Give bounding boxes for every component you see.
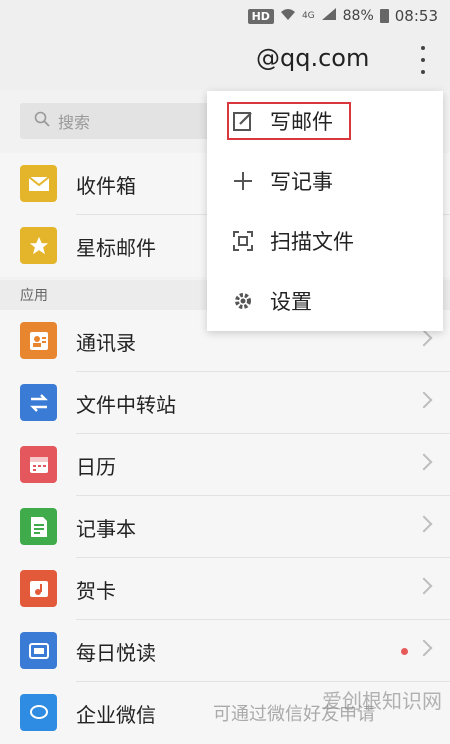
header: @qq.com [0,32,450,90]
menu-item-scan[interactable]: 扫描文件 [207,211,443,271]
new-note-label: 写记事 [270,170,333,194]
battery-percent: 88% [342,8,374,24]
scan-icon [231,229,255,253]
signal-icon [321,7,337,25]
file-transfer-icon [20,384,57,421]
overflow-menu: 写邮件 写记事 扫描文件 设置 [207,91,443,331]
inbox-icon [20,165,57,202]
search-icon [34,111,50,131]
chevron-right-icon [415,639,433,657]
chevron-right-icon [415,329,433,347]
plus-icon [231,169,255,193]
battery-icon [379,9,389,23]
greeting-card-icon [20,570,57,607]
notes-icon [20,508,57,545]
list-item-daily-reading[interactable]: 每日悦读 [0,620,450,682]
list-item-calendar[interactable]: 日历 [0,434,450,496]
greeting-card-label: 贺卡 [76,578,116,603]
search-placeholder: 搜索 [58,113,91,132]
menu-item-settings[interactable]: 设置 [207,271,443,331]
network-label: 4G [301,11,315,21]
settings-label: 设置 [270,290,312,314]
menu-item-compose[interactable]: 写邮件 [207,91,443,151]
inbox-label: 收件箱 [76,173,136,198]
gear-icon [231,289,255,313]
contacts-label: 通讯录 [76,330,136,355]
highlight-box [227,102,351,140]
chevron-right-icon [415,577,433,595]
wifi-icon [280,7,296,25]
calendar-label: 日历 [76,454,116,479]
list-item-greeting-card[interactable]: 贺卡 [0,558,450,620]
scan-label: 扫描文件 [270,230,354,254]
contacts-icon [20,322,57,359]
wework-label: 企业微信 [76,702,156,727]
starred-label: 星标邮件 [76,235,156,260]
hd-badge: HD [247,8,274,24]
chevron-right-icon [415,515,433,533]
chevron-right-icon [415,453,433,471]
notes-label: 记事本 [76,516,136,541]
wework-icon [20,694,57,731]
status-bar: HD 4G 88% 08:53 [0,0,450,32]
calendar-icon [20,446,57,483]
star-icon [20,227,57,264]
daily-reading-icon [20,632,57,669]
menu-item-new-note[interactable]: 写记事 [207,151,443,211]
more-options-icon[interactable] [415,46,431,74]
watermark: 爱创根知识网 [322,689,442,713]
chevron-right-icon [415,391,433,409]
daily-reading-label: 每日悦读 [76,640,156,665]
clock: 08:53 [394,7,438,25]
list-item-file-transfer[interactable]: 文件中转站 [0,372,450,434]
unread-dot [401,648,408,655]
file-transfer-label: 文件中转站 [76,392,176,417]
account-title: @qq.com [256,44,370,72]
list-item-notes[interactable]: 记事本 [0,496,450,558]
